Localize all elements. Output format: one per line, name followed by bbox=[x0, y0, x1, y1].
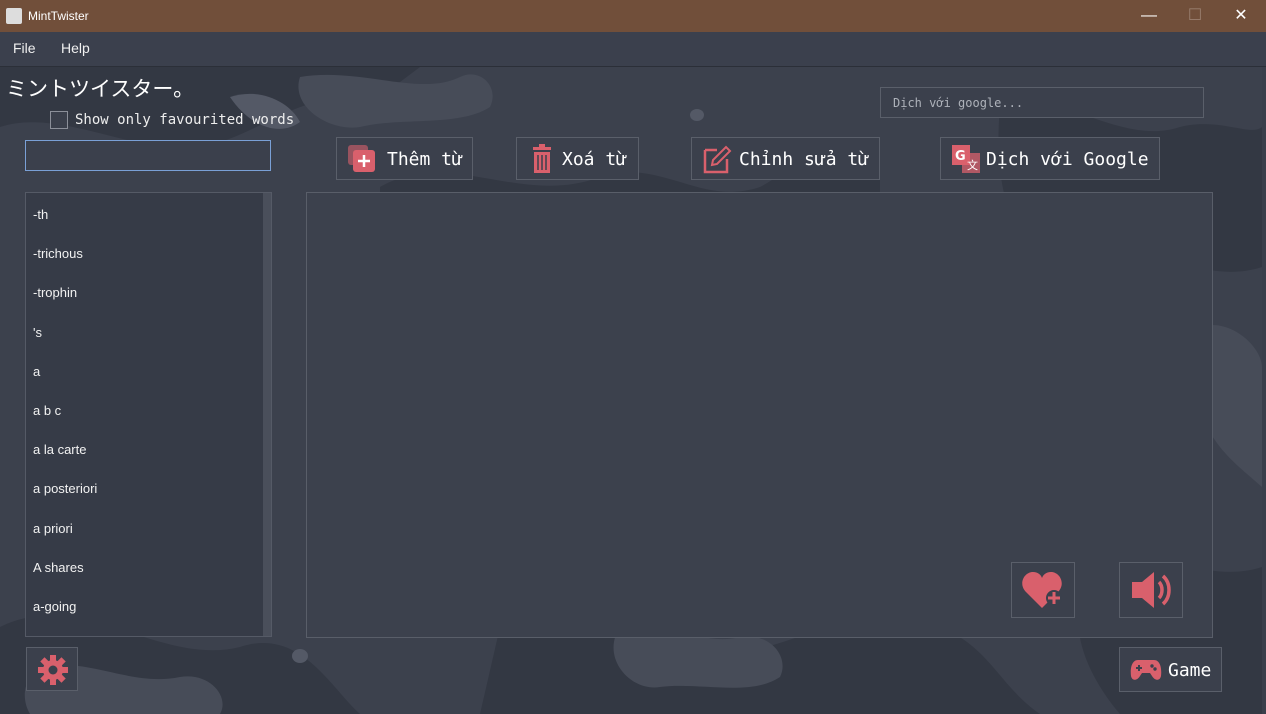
word-list-item[interactable]: -trophin bbox=[33, 285, 77, 300]
word-list-item[interactable]: a posteriori bbox=[33, 481, 97, 496]
word-list-item[interactable]: a la carte bbox=[33, 442, 86, 457]
google-translate-icon: G 文 bbox=[952, 145, 980, 173]
edit-word-button[interactable]: Chỉnh sửa từ bbox=[691, 137, 880, 180]
word-list-item[interactable]: -trichous bbox=[33, 246, 83, 261]
trash-icon bbox=[533, 144, 551, 173]
menu-help[interactable]: Help bbox=[61, 40, 90, 56]
translate-google-button[interactable]: G 文 Dịch với Google bbox=[940, 137, 1160, 180]
word-list-item[interactable]: a b c bbox=[33, 403, 61, 418]
heart-plus-icon bbox=[1022, 572, 1062, 608]
word-search-input[interactable] bbox=[25, 140, 271, 171]
game-button[interactable]: Game bbox=[1119, 647, 1222, 692]
gamepad-icon bbox=[1130, 660, 1162, 680]
word-list[interactable]: -th -trichous -trophin 's a a b c a la c… bbox=[25, 192, 272, 637]
add-word-label: Thêm từ bbox=[387, 149, 463, 170]
svg-text:文: 文 bbox=[967, 158, 978, 172]
delete-word-button[interactable]: Xoá từ bbox=[516, 137, 639, 180]
title-bar: MintTwister — ☐ ✕ bbox=[0, 0, 1266, 32]
window-title: MintTwister bbox=[28, 9, 89, 23]
main-area: ミントツイスター。 Show only favourited words Dịc… bbox=[0, 67, 1262, 714]
definition-panel bbox=[306, 192, 1213, 638]
word-list-item[interactable]: 's bbox=[33, 325, 42, 340]
svg-text:G: G bbox=[955, 149, 966, 164]
google-translate-input[interactable]: Dịch với google... bbox=[880, 87, 1204, 118]
settings-button[interactable] bbox=[26, 647, 78, 691]
add-word-button[interactable]: Thêm từ bbox=[336, 137, 473, 180]
settings-gear-icon bbox=[38, 655, 68, 685]
favourite-filter-label: Show only favourited words bbox=[75, 112, 295, 128]
translate-google-label: Dịch với Google bbox=[986, 149, 1149, 170]
favourite-filter-checkbox[interactable] bbox=[50, 111, 68, 129]
menu-file[interactable]: File bbox=[13, 40, 36, 56]
pronounce-button[interactable] bbox=[1119, 562, 1183, 618]
word-list-scrollbar[interactable] bbox=[263, 193, 271, 636]
favourite-button[interactable] bbox=[1011, 562, 1075, 618]
menu-bar: File Help bbox=[0, 32, 1266, 67]
app-title: ミントツイスター。 bbox=[6, 77, 195, 101]
word-list-item[interactable]: a bbox=[33, 364, 40, 379]
maximize-button[interactable]: ☐ bbox=[1172, 0, 1218, 32]
game-label: Game bbox=[1168, 660, 1212, 681]
minimize-button[interactable]: — bbox=[1126, 0, 1172, 32]
app-icon bbox=[6, 8, 22, 24]
edit-word-label: Chỉnh sửa từ bbox=[739, 149, 870, 170]
word-list-item[interactable]: a-going bbox=[33, 599, 76, 614]
delete-word-label: Xoá từ bbox=[562, 149, 628, 170]
edit-icon bbox=[703, 145, 732, 174]
close-button[interactable]: ✕ bbox=[1218, 0, 1264, 32]
add-square-icon bbox=[348, 145, 375, 172]
word-list-item[interactable]: -th bbox=[33, 207, 48, 222]
word-list-item[interactable]: a priori bbox=[33, 521, 73, 536]
word-list-item[interactable]: A shares bbox=[33, 560, 84, 575]
speaker-icon bbox=[1132, 572, 1171, 608]
